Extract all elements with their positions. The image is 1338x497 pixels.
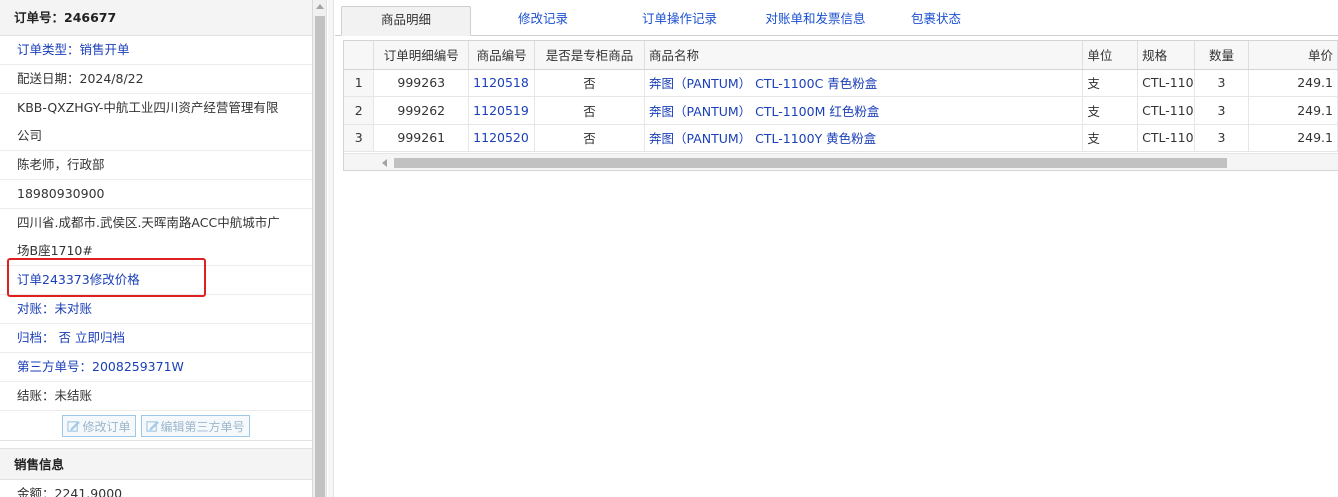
- address-line2: 场B座1710#: [17, 243, 93, 258]
- phone: 18980930900: [0, 180, 312, 209]
- customer-name-line1: KBB-QXZHGY-中航工业四川资产经营管理有限: [17, 100, 279, 115]
- third-party-value[interactable]: 2008259371W: [92, 359, 184, 374]
- table-row[interactable]: 3 999261 1120520 否 奔图（PANTUM） CTL-1100Y …: [344, 124, 1338, 152]
- col-header-product-name[interactable]: 商品名称: [644, 41, 1084, 70]
- archive-label: 归档：: [17, 330, 55, 345]
- sales-amount: 金额：2241.9000: [0, 480, 312, 497]
- col-header-counter[interactable]: 是否是专柜商品: [534, 41, 645, 70]
- spec-cell: CTL-110: [1137, 69, 1195, 97]
- spec-cell: CTL-110: [1137, 96, 1195, 125]
- scroll-up-arrow-icon[interactable]: [316, 4, 324, 9]
- col-header-price[interactable]: 单价: [1248, 41, 1338, 70]
- third-party-label: 第三方单号：: [17, 359, 93, 374]
- customer-name: KBB-QXZHGY-中航工业四川资产经营管理有限 公司: [0, 94, 312, 151]
- settle-status: 结账：未结账: [0, 382, 312, 411]
- row-number: 3: [344, 124, 375, 152]
- scrollbar-thumb[interactable]: [315, 16, 325, 497]
- counter-cell: 否: [534, 124, 645, 152]
- product-name-link[interactable]: 奔图（PANTUM） CTL-1100C 青色粉盒: [644, 69, 1084, 97]
- edit-order-button[interactable]: 修改订单: [62, 415, 136, 437]
- tab-reconcile-invoice[interactable]: 对账单和发票信息: [748, 6, 883, 36]
- unit-cell: 支: [1082, 124, 1139, 152]
- edit-icon: [145, 420, 159, 432]
- scroll-left-arrow-icon[interactable]: [382, 159, 387, 167]
- table-row[interactable]: 2 999262 1120519 否 奔图（PANTUM） CTL-1100M …: [344, 96, 1338, 125]
- edit-icon: [67, 420, 81, 432]
- col-header-product-no[interactable]: 商品编号: [468, 41, 536, 70]
- edit-third-party-label: 编辑第三方单号: [160, 419, 245, 434]
- unit-cell: 支: [1082, 96, 1139, 125]
- counter-cell: 否: [534, 69, 645, 97]
- product-name-link[interactable]: 奔图（PANTUM） CTL-1100Y 黄色粉盒: [644, 124, 1084, 152]
- detail-no-cell: 999261: [373, 124, 470, 152]
- price-cell: 249.1: [1248, 124, 1338, 152]
- edit-order-label: 修改订单: [82, 419, 131, 434]
- counter-cell: 否: [534, 96, 645, 125]
- archive-now-link[interactable]: 立即归档: [75, 330, 125, 345]
- order-number-label: 订单号：: [14, 10, 65, 25]
- col-header-qty[interactable]: 数量: [1194, 41, 1250, 70]
- sales-info-title: 销售信息: [0, 448, 312, 480]
- product-no-link[interactable]: 1120518: [468, 69, 536, 97]
- order-number-header: 订单号：246677: [0, 0, 312, 36]
- product-name-link[interactable]: 奔图（PANTUM） CTL-1100M 红色粉盒: [644, 96, 1084, 125]
- detail-tabs: 商品明细 修改记录 订单操作记录 对账单和发票信息 包裹状态: [335, 0, 1338, 36]
- spec-cell: CTL-110: [1137, 124, 1195, 152]
- customer-name-line2: 公司: [17, 128, 43, 143]
- qty-cell: 3: [1194, 69, 1250, 97]
- order-action-buttons: 修改订单 编辑第三方单号: [0, 411, 312, 441]
- row-number: 1: [344, 69, 375, 97]
- qty-cell: 3: [1194, 96, 1250, 125]
- product-no-link[interactable]: 1120519: [468, 96, 536, 125]
- delivery-date: 配送日期：2024/8/22: [0, 65, 312, 94]
- tab-order-operation-records[interactable]: 订单操作记录: [623, 6, 736, 36]
- tab-package-status[interactable]: 包裹状态: [891, 6, 981, 36]
- qty-cell: 3: [1194, 124, 1250, 152]
- price-cell: 249.1: [1248, 69, 1338, 97]
- panel-splitter[interactable]: [328, 0, 334, 497]
- edit-third-party-button[interactable]: 编辑第三方单号: [140, 415, 250, 437]
- product-table: 订单明细编号 商品编号 是否是专柜商品 商品名称 单位 规格 数量 单价 1 9…: [344, 41, 1338, 152]
- archive-status: 归档： 否 立即归档: [0, 324, 312, 353]
- order-number-value: 246677: [64, 10, 117, 25]
- unit-cell: 支: [1082, 69, 1139, 97]
- col-header-spec[interactable]: 规格: [1137, 41, 1195, 70]
- detail-no-cell: 999262: [373, 96, 470, 125]
- tab-product-details[interactable]: 商品明细: [341, 6, 471, 36]
- reconcile-label: 对账：: [17, 301, 55, 316]
- third-party-number: 第三方单号：2008259371W: [0, 353, 312, 382]
- table-header-row: 订单明细编号 商品编号 是否是专柜商品 商品名称 单位 规格 数量 单价: [344, 41, 1338, 70]
- order-info-panel: 订单号：246677 订单类型：销售开单 配送日期：2024/8/22 KBB-…: [0, 0, 313, 497]
- order-type: 订单类型：销售开单: [0, 36, 312, 65]
- grid-horizontal-scrollbar[interactable]: [344, 153, 1338, 170]
- address: 四川省.成都市.武侯区.天晖南路ACC中航城市广 场B座1710#: [0, 209, 312, 266]
- contact: 陈老师，行政部: [0, 151, 312, 180]
- col-header-detail-no[interactable]: 订单明细编号: [373, 41, 470, 70]
- reconcile-value[interactable]: 未对账: [55, 301, 93, 316]
- price-cell: 249.1: [1248, 96, 1338, 125]
- tab-modify-records[interactable]: 修改记录: [490, 6, 596, 36]
- horizontal-scrollbar-thumb[interactable]: [394, 158, 1227, 168]
- left-panel-scrollbar[interactable]: [313, 0, 327, 497]
- archive-value: 否: [58, 330, 72, 345]
- product-no-link[interactable]: 1120520: [468, 124, 536, 152]
- table-row[interactable]: 1 999263 1120518 否 奔图（PANTUM） CTL-1100C …: [344, 69, 1338, 97]
- reconcile-status: 对账：未对账: [0, 295, 312, 324]
- price-change-link[interactable]: 订单243373修改价格: [0, 266, 312, 295]
- detail-no-cell: 999263: [373, 69, 470, 97]
- order-detail-panel: 商品明细 修改记录 订单操作记录 对账单和发票信息 包裹状态 订单明细编号 商品…: [335, 0, 1338, 497]
- col-header-rownum: [344, 41, 375, 70]
- row-number: 2: [344, 96, 375, 125]
- address-line1: 四川省.成都市.武侯区.天晖南路ACC中航城市广: [17, 215, 280, 230]
- col-header-unit[interactable]: 单位: [1082, 41, 1139, 70]
- product-grid: 订单明细编号 商品编号 是否是专柜商品 商品名称 单位 规格 数量 单价 1 9…: [343, 40, 1338, 171]
